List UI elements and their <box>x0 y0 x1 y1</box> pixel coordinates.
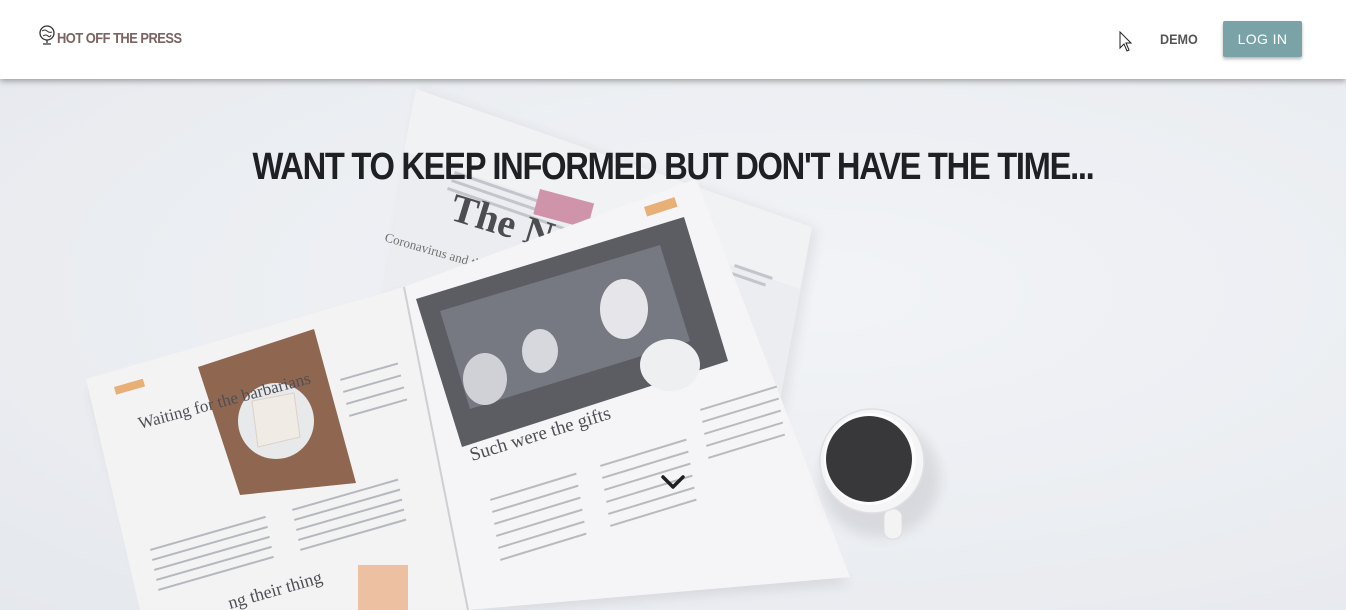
brand-name: HOT OFF THE PRESS <box>57 30 182 47</box>
login-button[interactable]: LOG IN <box>1223 21 1302 57</box>
hero-headline: WANT TO KEEP INFORMED BUT DON'T HAVE THE… <box>252 146 1095 188</box>
mouse-cursor-icon <box>1119 31 1133 52</box>
nav-link-demo[interactable]: DEMO <box>1160 31 1198 47</box>
top-navbar: HOT OFF THE PRESS DEMO LOG IN <box>0 0 1346 79</box>
brand-logo[interactable]: HOT OFF THE PRESS <box>38 24 202 47</box>
chevron-down-icon[interactable] <box>660 473 686 491</box>
globe-icon <box>39 25 55 45</box>
hero-section: The N Coronavirus and the fear of recess… <box>0 79 1346 610</box>
